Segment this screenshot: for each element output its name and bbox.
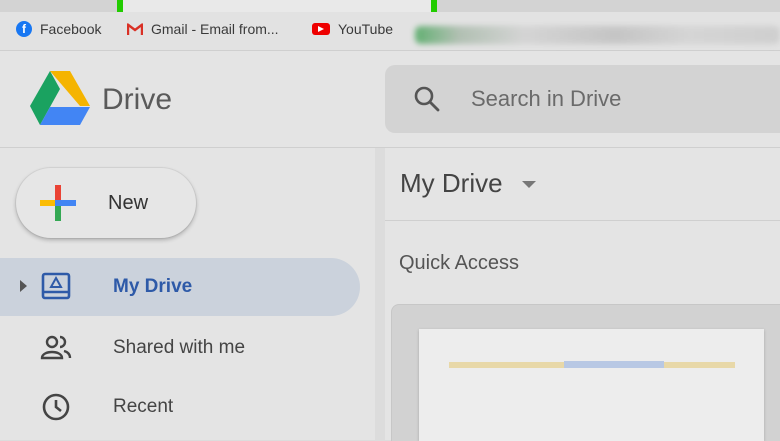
- sidebar-item-label: Recent: [113, 396, 174, 417]
- my-drive-title-row[interactable]: My Drive: [385, 148, 780, 221]
- clock-icon: [42, 393, 70, 421]
- sidebar-item-label: Shared with me: [113, 337, 246, 358]
- drive-header: Drive: [0, 51, 780, 148]
- search-bar[interactable]: [385, 65, 780, 133]
- thumbnail-row-highlight: [564, 361, 664, 368]
- facebook-icon: f: [16, 21, 32, 37]
- chevron-down-icon[interactable]: [522, 181, 536, 188]
- quick-access-label: Quick Access: [399, 252, 520, 274]
- new-button[interactable]: New: [16, 168, 196, 238]
- brand-name: Drive: [102, 83, 173, 116]
- my-drive-icon: [41, 272, 71, 300]
- page-title: My Drive: [400, 168, 503, 198]
- drive-logo-icon: [30, 71, 90, 125]
- gmail-icon: [127, 23, 143, 35]
- sidebar: New My Drive Shared with me Recent: [0, 148, 375, 440]
- bookmark-gmail[interactable]: Gmail - Email from...: [127, 21, 279, 37]
- expand-caret-icon[interactable]: [20, 280, 27, 292]
- sidebar-item-shared-with-me[interactable]: Shared with me: [0, 319, 360, 377]
- bookmark-label: Gmail - Email from...: [151, 21, 279, 37]
- file-thumbnail: [419, 329, 764, 441]
- bookmark-facebook[interactable]: f Facebook: [16, 21, 101, 37]
- sidebar-item-recent[interactable]: Recent: [0, 378, 360, 436]
- bookmark-label: Facebook: [40, 21, 102, 37]
- bookmark-youtube[interactable]: YouTube: [312, 21, 393, 37]
- bookmarks-bar: f Facebook Gmail - Email from... YouTube: [0, 12, 780, 51]
- sidebar-item-my-drive[interactable]: My Drive: [0, 258, 360, 316]
- main-content: My Drive Quick Access: [385, 148, 780, 441]
- blurred-bookmarks: [415, 26, 780, 44]
- quick-access-file-card[interactable]: [391, 304, 780, 441]
- people-icon: [40, 335, 72, 360]
- bookmark-label: YouTube: [338, 21, 394, 37]
- plus-icon: [40, 185, 76, 221]
- sidebar-item-label: My Drive: [113, 276, 193, 297]
- search-input[interactable]: [469, 83, 763, 115]
- youtube-icon: [312, 23, 330, 35]
- new-button-label: New: [108, 192, 149, 214]
- search-icon[interactable]: [413, 85, 441, 113]
